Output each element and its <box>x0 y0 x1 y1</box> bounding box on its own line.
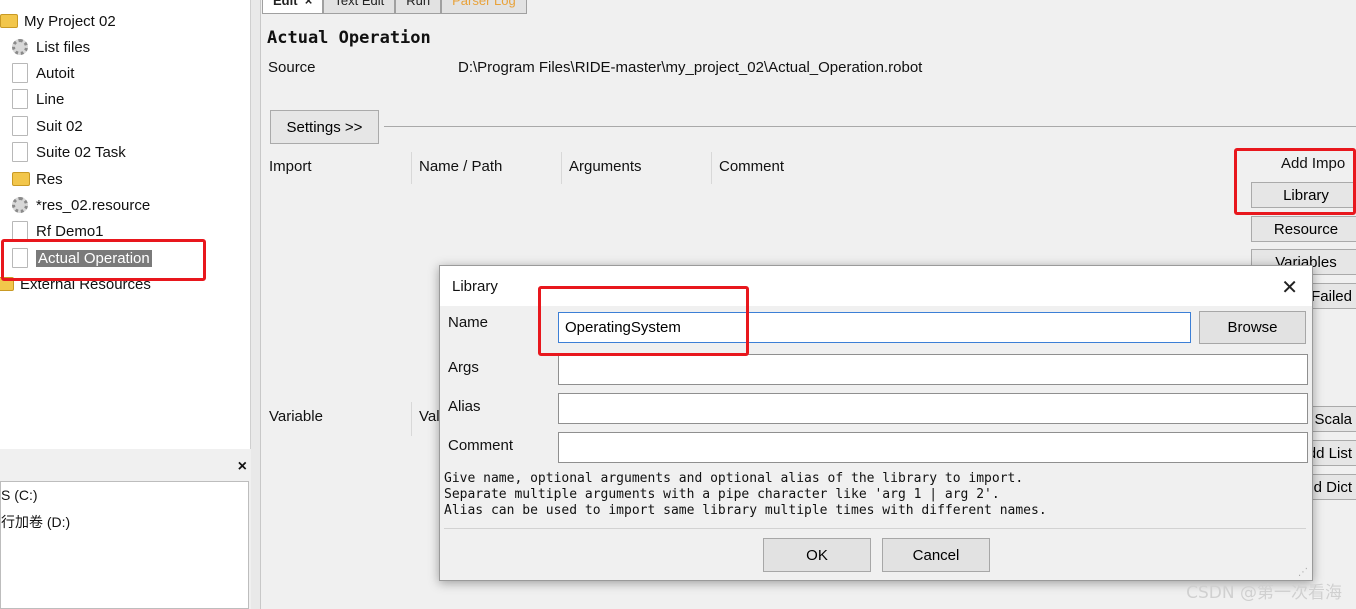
folder-edit-icon <box>12 169 30 189</box>
document-icon <box>12 63 30 83</box>
library-dialog: Library ✕ Name Browse Args Alias Comment… <box>439 265 1313 581</box>
close-icon[interactable]: × <box>238 458 247 476</box>
folder-icon <box>0 11 18 31</box>
alias-label: Alias <box>448 398 481 415</box>
close-icon[interactable]: ✕ <box>1281 275 1298 300</box>
tree-item-list-files[interactable]: List files <box>12 35 90 59</box>
comment-input[interactable] <box>558 432 1308 463</box>
browse-button[interactable]: Browse <box>1199 311 1306 344</box>
settings-button[interactable]: Settings >> <box>270 110 379 144</box>
tree-item-label: Suit 02 <box>36 117 83 135</box>
ok-button[interactable]: OK <box>763 538 871 572</box>
document-icon <box>12 116 30 136</box>
args-input[interactable] <box>558 354 1308 385</box>
tree-item-suite-02-task[interactable]: Suite 02 Task <box>12 140 126 164</box>
help-text: Give name, optional arguments and option… <box>444 471 1047 518</box>
tree-item-label: *res_02.resource <box>36 196 151 214</box>
tab-text-edit[interactable]: Text Edit <box>323 0 396 14</box>
tree-item-rf-demo1[interactable]: Rf Demo1 <box>12 219 104 243</box>
tree-item-actual-operation[interactable]: Actual Operation <box>12 246 152 270</box>
args-label: Args <box>448 359 479 376</box>
column-import[interactable]: Import <box>262 152 412 184</box>
project-tree: My Project 02 List files Autoit Line Sui… <box>0 0 251 449</box>
name-label: Name <box>448 314 489 331</box>
add-library-button[interactable]: Library <box>1251 182 1356 208</box>
column-name-path[interactable]: Name / Path <box>412 152 562 184</box>
comment-label: Comment <box>448 437 514 454</box>
tree-item-autoit[interactable]: Autoit <box>12 61 74 85</box>
vertical-splitter[interactable] <box>251 0 261 609</box>
tree-item-res[interactable]: Res <box>12 167 63 191</box>
column-variable[interactable]: Variable <box>262 402 412 436</box>
column-arguments[interactable]: Arguments <box>562 152 712 184</box>
tree-item-label: Autoit <box>36 64 75 82</box>
tree-item-label: External Resources <box>20 275 151 293</box>
document-icon <box>12 89 30 109</box>
folder-icon <box>0 274 14 294</box>
tree-item-label: Line <box>36 90 65 108</box>
column-comment[interactable]: Comment <box>712 152 1246 184</box>
gear-icon <box>12 37 30 57</box>
document-icon <box>12 221 30 241</box>
gear-icon <box>12 195 30 215</box>
tree-item-label: Res <box>36 170 63 188</box>
tab-close-icon[interactable]: × <box>305 0 313 8</box>
watermark: CSDN @第一次看海 <box>1186 583 1342 603</box>
drive-item[interactable]: S (C:) <box>1 487 38 503</box>
suite-title: Actual Operation <box>267 28 431 48</box>
resize-grip-icon[interactable]: ⋰ <box>1298 567 1308 578</box>
tab-run[interactable]: Run <box>395 0 442 14</box>
dialog-title: Library <box>452 278 498 295</box>
source-label: Source <box>268 59 316 76</box>
tree-item-suit-02[interactable]: Suit 02 <box>12 114 83 138</box>
tree-item-res-02-resource[interactable]: *res_02.resource <box>12 193 150 217</box>
add-resource-button[interactable]: Resource <box>1251 216 1356 242</box>
drive-list: S (C:) 行加卷 (D:) <box>0 481 249 609</box>
tree-item-line[interactable]: Line <box>12 87 64 111</box>
document-icon <box>12 142 30 162</box>
tree-item-label: My Project 02 <box>24 12 116 30</box>
file-browser-panel: × S (C:) 行加卷 (D:) <box>0 457 251 609</box>
divider <box>384 126 1356 127</box>
dialog-divider <box>444 528 1306 529</box>
add-import-label: Add Impo <box>1281 155 1346 172</box>
tab-edit[interactable]: Edit × <box>262 0 324 14</box>
alias-input[interactable] <box>558 393 1308 424</box>
source-path: D:\Program Files\RIDE-master\my_project_… <box>458 59 923 76</box>
import-grid-header: Import Name / Path Arguments Comment <box>262 152 1246 184</box>
tree-item-external-resources[interactable]: External Resources <box>0 272 151 296</box>
document-icon <box>12 248 30 268</box>
cancel-button[interactable]: Cancel <box>882 538 990 572</box>
tree-item-my-project-02[interactable]: My Project 02 <box>0 9 116 33</box>
editor-tabs: Edit × Text Edit Run Parser Log <box>262 0 527 14</box>
dialog-titlebar[interactable]: Library ✕ <box>440 266 1312 306</box>
tab-parser-log[interactable]: Parser Log <box>441 0 527 14</box>
tree-item-label: List files <box>36 38 91 56</box>
panel-splitter[interactable] <box>0 449 251 457</box>
tree-item-label: Suite 02 Task <box>36 143 126 161</box>
drive-item[interactable]: 行加卷 (D:) <box>1 512 70 532</box>
tree-item-label: Actual Operation <box>36 249 152 267</box>
tree-item-label: Rf Demo1 <box>36 222 104 240</box>
library-name-input[interactable] <box>558 312 1191 343</box>
